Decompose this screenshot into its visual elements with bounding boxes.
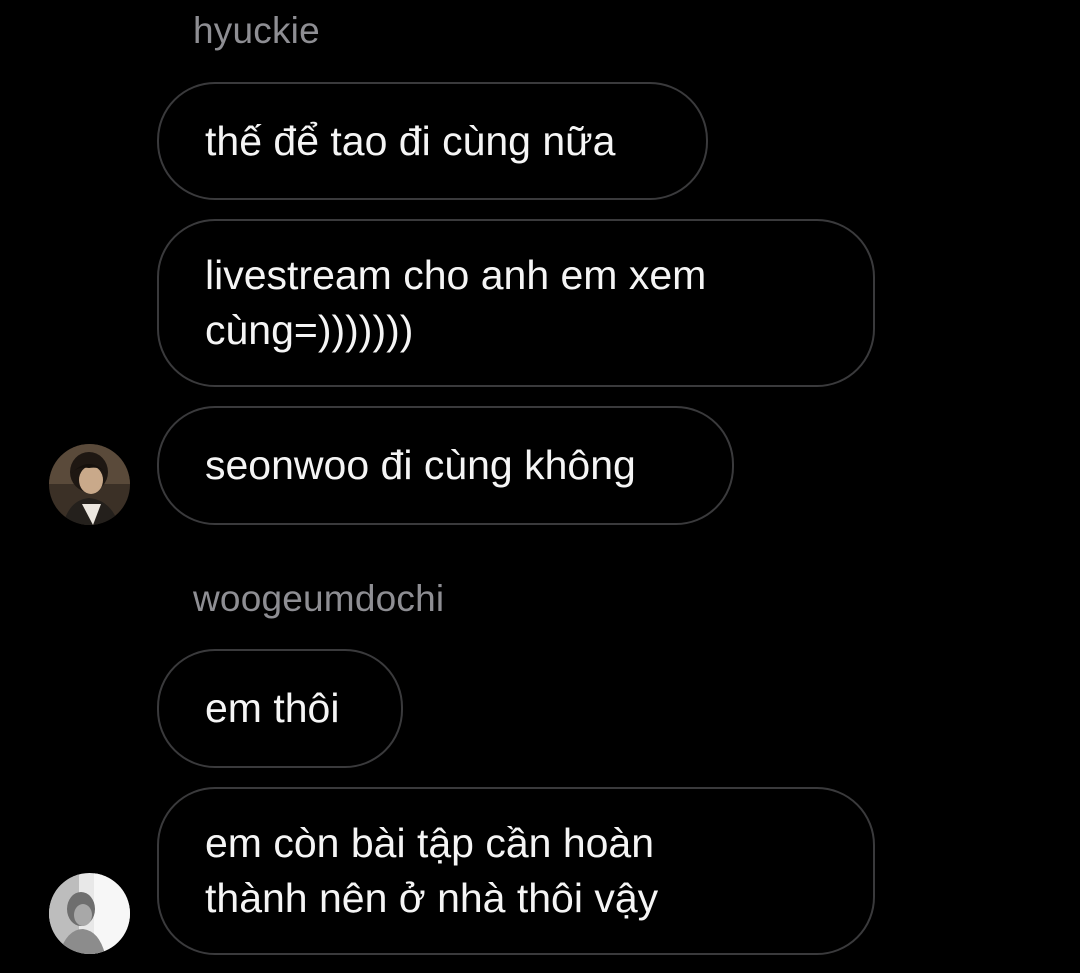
message-bubble[interactable]: seonwoo đi cùng không [157,406,734,525]
message-bubble[interactable]: em thôi [157,649,403,768]
message-text: em còn bài tập cần hoàn thành nên ở nhà … [205,820,659,921]
message-bubble[interactable]: thế để tao đi cùng nữa [157,82,708,200]
user-avatar-hyuckie[interactable] [49,444,130,525]
avatar-photo-icon [49,444,130,525]
message-text: livestream cho anh em xem cùng=))))))) [205,252,707,353]
avatar-photo-icon [49,873,130,954]
message-bubble[interactable]: livestream cho anh em xem cùng=))))))) [157,219,875,387]
message-text: seonwoo đi cùng không [205,442,636,488]
sender-name-woogeumdochi: woogeumdochi [193,578,445,619]
user-avatar-woogeumdochi[interactable] [49,873,130,954]
message-text: em thôi [205,685,340,731]
chat-thread: hyuckie thế để tao đi cùng nữa livestrea… [0,0,1080,973]
message-bubble[interactable]: em còn bài tập cần hoàn thành nên ở nhà … [157,787,875,955]
message-text: thế để tao đi cùng nữa [205,117,616,164]
sender-name-hyuckie: hyuckie [193,10,320,51]
